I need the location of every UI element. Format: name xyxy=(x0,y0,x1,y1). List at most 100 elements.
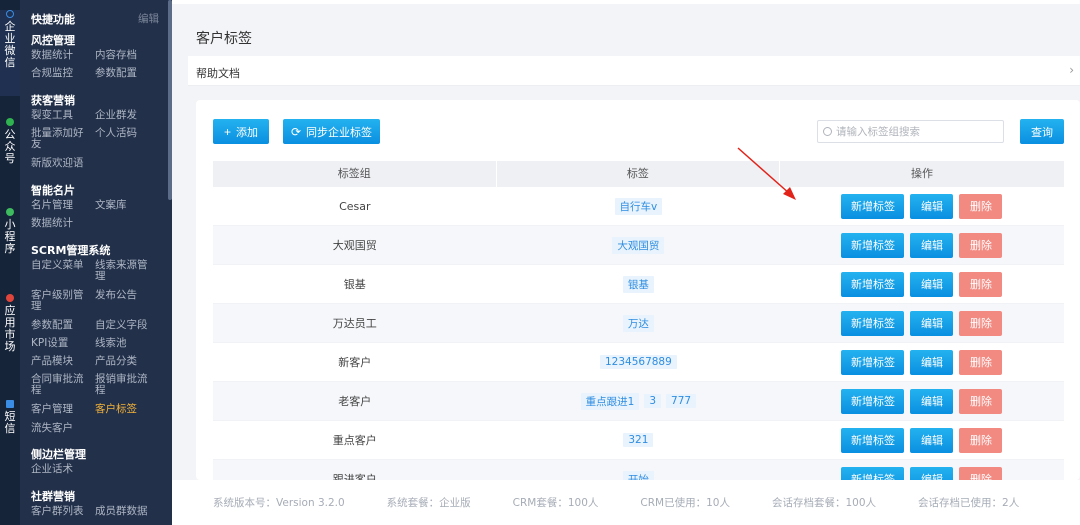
actions-cell: 新增标签 编辑 删除 xyxy=(780,271,1064,297)
add-tag-button[interactable]: 新增标签 xyxy=(841,427,905,453)
sidebar-link[interactable]: 客户群列表 xyxy=(31,506,91,517)
delete-button[interactable]: 删除 xyxy=(959,427,1003,453)
sidebar-link[interactable]: 文案库 xyxy=(95,200,155,211)
add-tag-button[interactable]: 新增标签 xyxy=(841,271,905,297)
sidebar-section-title: 社群营销 xyxy=(31,490,75,503)
sidebar-link[interactable]: 自定义字段 xyxy=(95,320,155,331)
sidebar-link[interactable]: KPI设置 xyxy=(31,338,91,349)
add-tag-button[interactable]: 新增标签 xyxy=(841,388,905,414)
sidebar-link[interactable]: 个人活码 xyxy=(95,128,155,139)
sidebar-link[interactable]: 企业话术 xyxy=(31,464,91,475)
sidebar-link[interactable]: 内容存档 xyxy=(95,50,155,61)
tag-chip[interactable]: 3 xyxy=(644,394,662,408)
add-tag-group-button[interactable]: + 添加 xyxy=(213,119,269,144)
sidebar-link[interactable]: 自定义菜单 xyxy=(31,260,91,271)
add-tag-button[interactable]: 新增标签 xyxy=(841,466,905,480)
column-header-group: 标签组 xyxy=(213,161,497,187)
tag-chip[interactable]: 321 xyxy=(623,433,654,447)
sidebar: 快捷功能 编辑 风控管理 数据统计 内容存档 合规监控 参数配置 获客营销 裂变… xyxy=(20,0,172,525)
sidebar-link[interactable]: 产品模块 xyxy=(31,356,91,367)
tag-chip[interactable]: 万达 xyxy=(622,314,654,332)
sidebar-section-title: 获客营销 xyxy=(31,94,75,107)
sidebar-link[interactable]: 数据统计 xyxy=(31,50,91,61)
sidebar-link[interactable]: 客户级别管理 xyxy=(31,290,87,312)
actions-cell: 新增标签 编辑 删除 xyxy=(780,466,1064,480)
rail-item-wecom[interactable]: 企业微信 xyxy=(0,10,20,96)
add-tag-button[interactable]: 新增标签 xyxy=(841,349,905,375)
rail-item-sms[interactable]: 短信 xyxy=(0,400,20,435)
sidebar-link[interactable]: 成员群数据 xyxy=(95,506,155,517)
sidebar-section-title: 风控管理 xyxy=(31,34,75,47)
edit-button[interactable]: 编辑 xyxy=(910,310,954,336)
rail-item-official-account[interactable]: 公众号 xyxy=(0,118,20,165)
delete-button[interactable]: 删除 xyxy=(959,310,1003,336)
module-rail: 企业微信 公众号 小程序 应用市场 短信 xyxy=(0,0,20,525)
edit-button[interactable]: 编辑 xyxy=(910,427,954,453)
rail-label: 企业微信 xyxy=(4,20,16,69)
tag-chip[interactable]: 777 xyxy=(666,394,697,408)
sidebar-link[interactable]: 参数配置 xyxy=(95,68,155,79)
tag-chip[interactable]: 1234567889 xyxy=(599,355,677,369)
tags-cell: 1234567889 xyxy=(497,355,781,369)
table-row: 重点客户 321 新增标签 编辑 删除 xyxy=(213,421,1064,460)
tag-chip[interactable]: 重点跟进1 xyxy=(580,392,640,410)
edit-button[interactable]: 编辑 xyxy=(910,349,954,375)
sidebar-link[interactable]: 线索来源管理 xyxy=(95,260,155,282)
delete-button[interactable]: 删除 xyxy=(959,193,1003,219)
tag-group-cell: 银基 xyxy=(343,278,366,291)
add-tag-button[interactable]: 新增标签 xyxy=(841,310,905,336)
sidebar-link[interactable]: 名片管理 xyxy=(31,200,91,211)
rail-item-miniapp[interactable]: 小程序 xyxy=(0,208,20,255)
tag-chip[interactable]: 开始 xyxy=(622,470,654,480)
sidebar-link[interactable]: 参数配置 xyxy=(31,320,91,331)
help-docs-row[interactable]: 帮助文档 › xyxy=(188,56,1080,86)
rail-item-app-market[interactable]: 应用市场 xyxy=(0,294,20,353)
query-button[interactable]: 查询 xyxy=(1020,119,1064,144)
tag-group-cell: 跟进客户 xyxy=(332,473,377,480)
add-tag-button[interactable]: 新增标签 xyxy=(841,232,905,258)
sidebar-edit-link[interactable]: 编辑 xyxy=(138,11,159,26)
sidebar-link[interactable]: 企业群发 xyxy=(95,110,155,121)
edit-button[interactable]: 编辑 xyxy=(910,271,954,297)
sidebar-link[interactable]: 数据统计 xyxy=(31,218,91,229)
edit-button[interactable]: 编辑 xyxy=(910,388,954,414)
table-row: 跟进客户 开始 新增标签 编辑 删除 xyxy=(213,460,1064,480)
sync-enterprise-tags-button[interactable]: ⟳ 同步企业标签 xyxy=(283,119,380,144)
sidebar-link[interactable]: 流失客户 xyxy=(31,423,91,434)
tag-group-cell: 新客户 xyxy=(338,356,372,369)
sidebar-link-customer-tags[interactable]: 客户标签 xyxy=(95,404,155,415)
sidebar-link[interactable]: 发布公告 xyxy=(95,290,155,301)
sidebar-link[interactable]: 客户管理 xyxy=(31,404,91,415)
delete-button[interactable]: 删除 xyxy=(959,466,1003,480)
delete-button[interactable]: 删除 xyxy=(959,232,1003,258)
sidebar-link[interactable]: 批量添加好友 xyxy=(31,128,87,150)
tags-cell: 321 xyxy=(497,433,781,447)
sidebar-link[interactable]: 裂变工具 xyxy=(31,110,91,121)
delete-button[interactable]: 删除 xyxy=(959,271,1003,297)
tag-group-cell: 万达员工 xyxy=(332,317,377,330)
sidebar-link[interactable]: 合同审批流程 xyxy=(31,374,87,396)
tags-table: 标签组 标签 操作 Cesar 自行车v 新增标签 编辑 删除 大观国贸 大观国贸 新增标签编… xyxy=(213,161,1064,480)
sidebar-link[interactable]: 新版欢迎语 xyxy=(31,158,91,169)
main-content: 客户标签 帮助文档 › + 添加 ⟳ 同步企业标签 请输入标签组搜索 查询 标签… xyxy=(172,0,1080,525)
tag-chip[interactable]: 银基 xyxy=(622,275,654,293)
sidebar-link[interactable]: 线索池 xyxy=(95,338,155,349)
sidebar-link[interactable]: 合规监控 xyxy=(31,68,91,79)
edit-button[interactable]: 编辑 xyxy=(910,466,954,480)
add-tag-button[interactable]: 新增标签 xyxy=(841,193,905,219)
tag-chip[interactable]: 自行车v xyxy=(614,197,663,215)
search-icon xyxy=(823,127,832,136)
delete-button[interactable]: 删除 xyxy=(959,388,1003,414)
search-input[interactable]: 请输入标签组搜索 xyxy=(817,120,1004,143)
sidebar-link[interactable]: 产品分类 xyxy=(95,356,155,367)
actions-cell: 新增标签 编辑 删除 xyxy=(780,310,1064,336)
delete-button[interactable]: 删除 xyxy=(959,349,1003,375)
tag-chip[interactable]: 大观国贸 xyxy=(612,236,665,254)
rail-label: 公众号 xyxy=(4,128,16,165)
tag-group-cell: Cesar xyxy=(339,199,371,213)
edit-button[interactable]: 编辑 xyxy=(910,232,954,258)
sidebar-link[interactable]: 报销审批流程 xyxy=(95,374,155,396)
sync-button-label: 同步企业标签 xyxy=(306,126,373,139)
rail-label: 短信 xyxy=(4,410,16,435)
edit-button[interactable]: 编辑 xyxy=(910,193,954,219)
